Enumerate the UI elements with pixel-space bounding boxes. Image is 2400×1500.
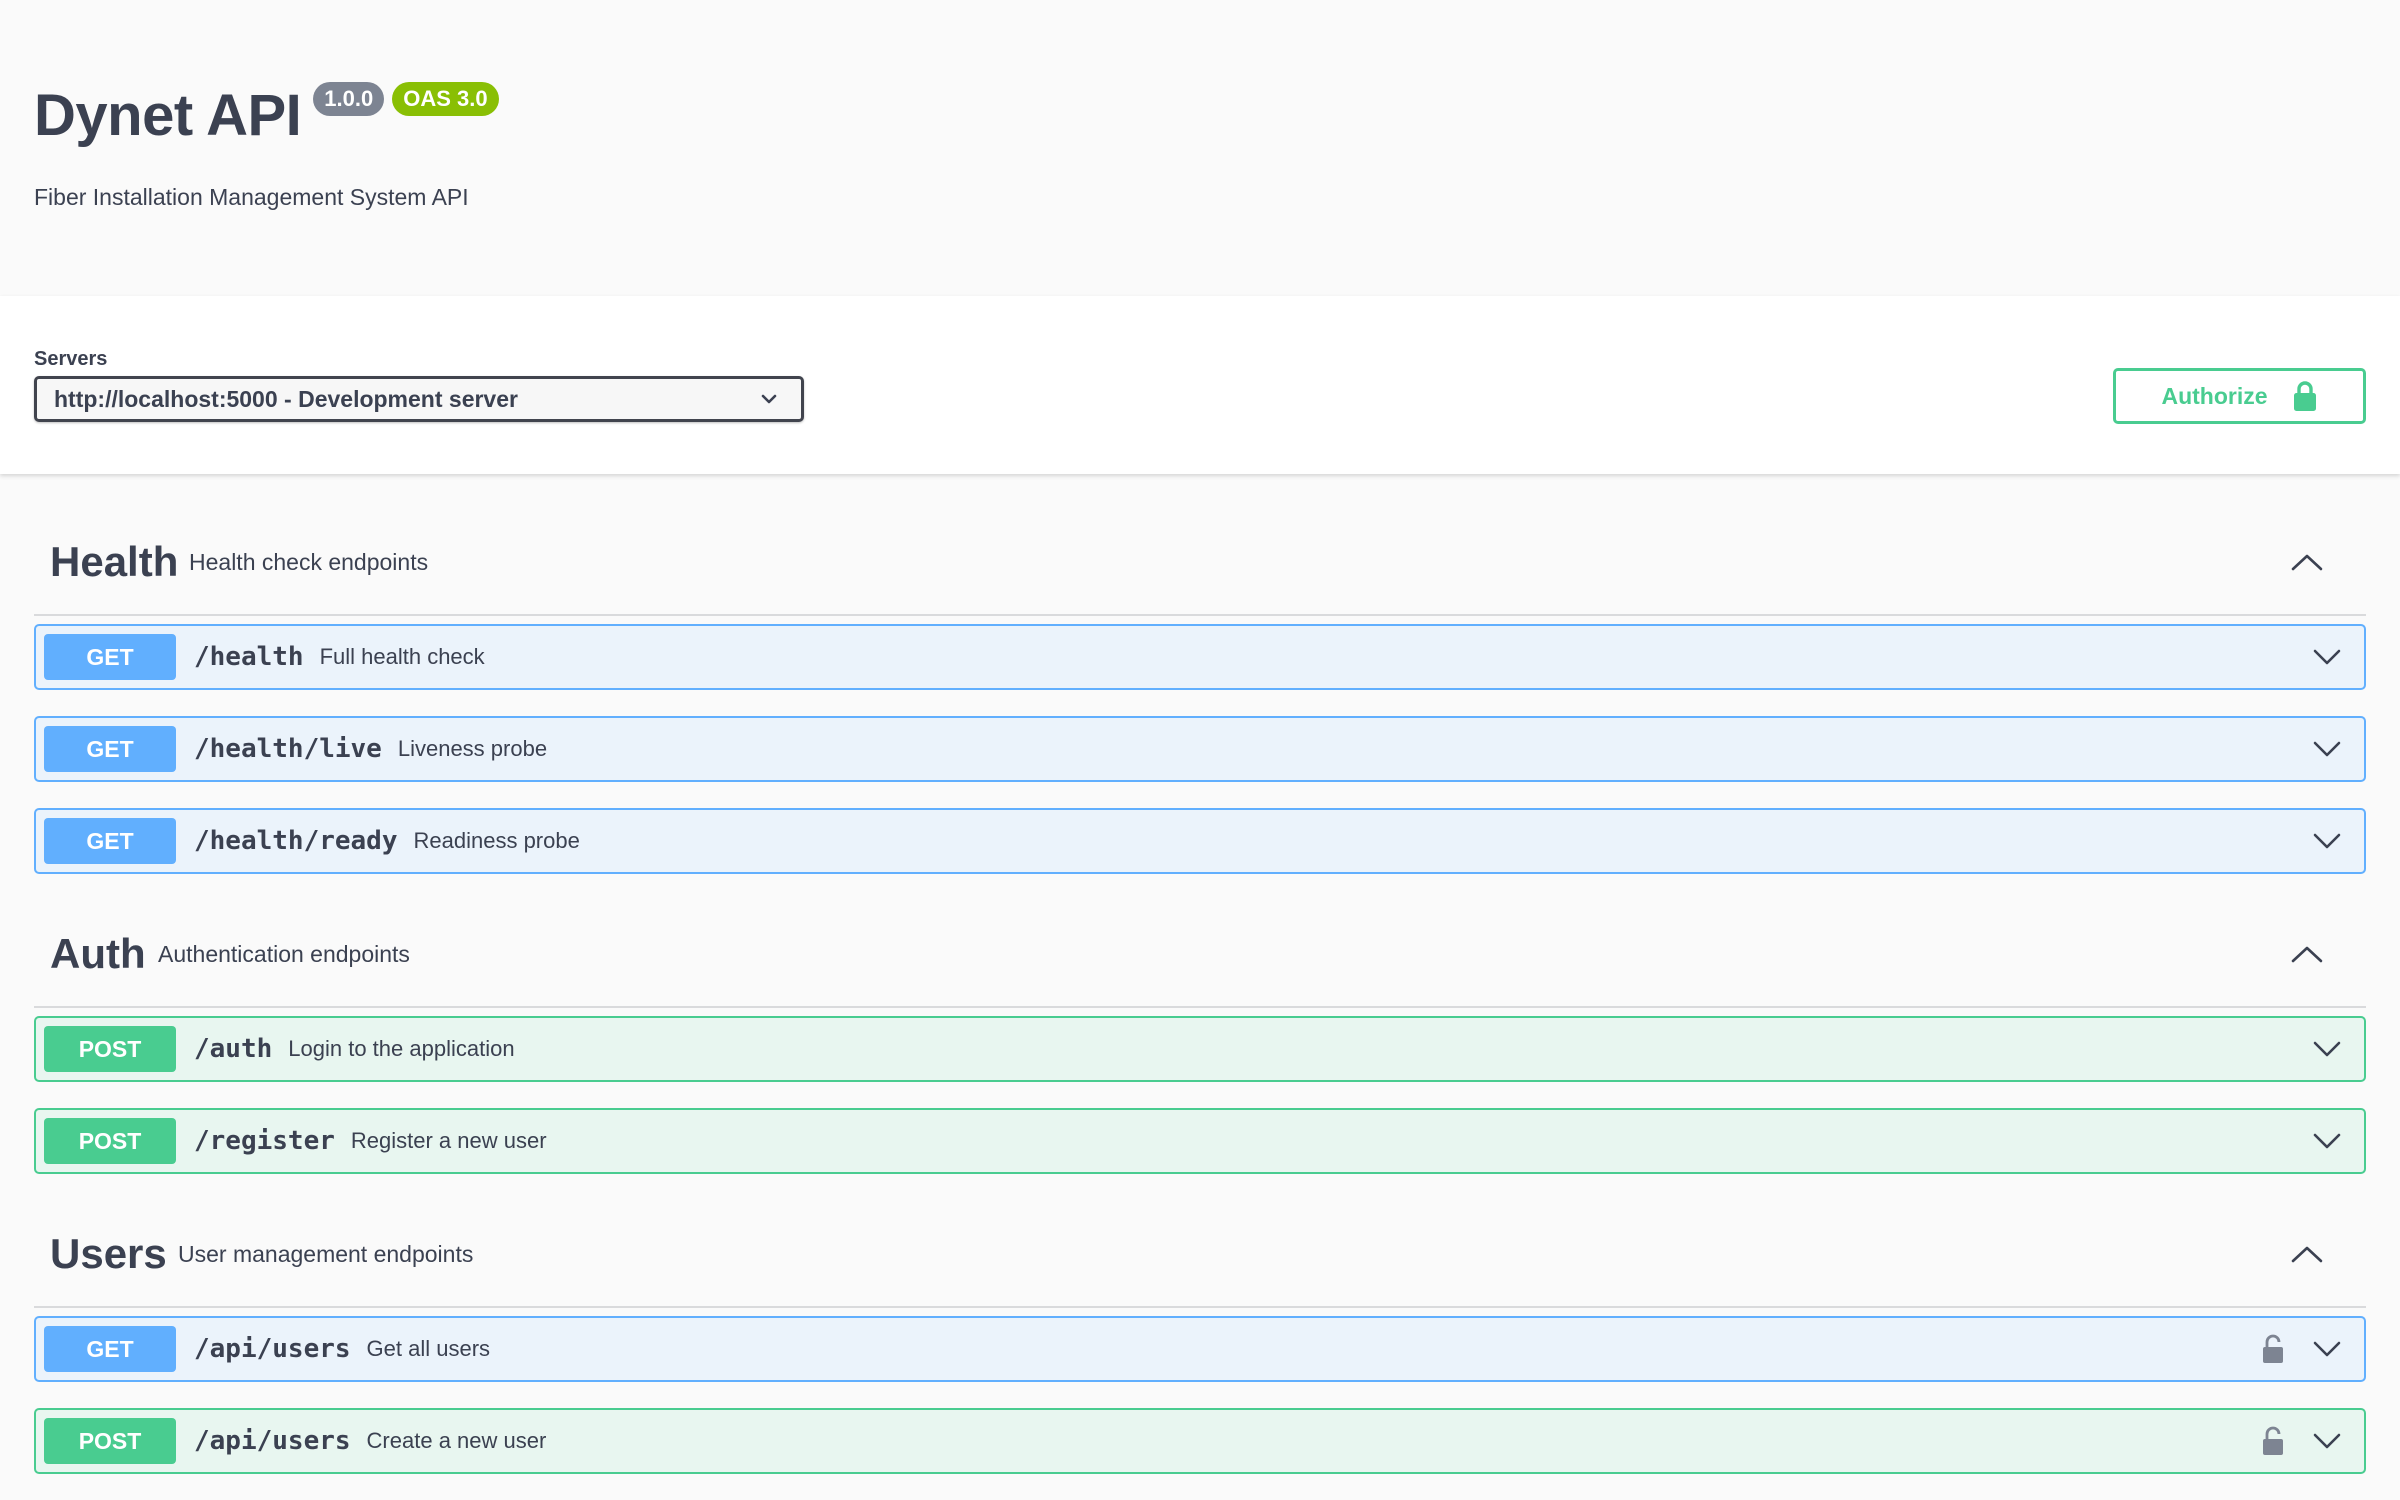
unlock-icon[interactable]	[2262, 1426, 2284, 1456]
tag-users[interactable]: Users User management endpoints	[34, 1228, 2366, 1308]
endpoint-summary: Login to the application	[288, 1036, 515, 1061]
endpoint-summary: Create a new user	[366, 1428, 547, 1453]
unlock-icon[interactable]	[2262, 1334, 2284, 1364]
version-badge: 1.0.0	[313, 82, 385, 116]
opblock-get-api-users[interactable]: GET /api/users Get all users	[34, 1316, 2366, 1382]
api-info: Dynet API 1.0.0 OAS 3.0 Fiber Installati…	[0, 0, 2400, 296]
method-badge: POST	[44, 1026, 176, 1072]
authorize-button[interactable]: Authorize	[2113, 368, 2366, 424]
chevron-up-icon[interactable]	[2290, 944, 2324, 964]
opblock-get-health-live[interactable]: GET /health/live Liveness probe	[34, 716, 2366, 782]
chevron-down-icon[interactable]	[2312, 740, 2342, 758]
method-badge: GET	[44, 726, 176, 772]
opblock-get-health-ready[interactable]: GET /health/ready Readiness probe	[34, 808, 2366, 874]
authorize-label: Authorize	[2161, 382, 2268, 409]
endpoint-summary: Register a new user	[350, 1128, 547, 1153]
api-description: Fiber Installation Management System API	[34, 184, 469, 210]
tag-name: Auth	[50, 930, 146, 977]
chevron-down-icon	[761, 394, 777, 404]
endpoint-summary: Get all users	[366, 1336, 491, 1361]
server-select-value: http://localhost:5000 - Development serv…	[54, 385, 518, 412]
chevron-down-icon[interactable]	[2312, 1040, 2342, 1058]
endpoint-path: /health/live	[194, 734, 382, 764]
endpoint-path: /health	[194, 642, 304, 672]
endpoint-path: /register	[194, 1126, 335, 1156]
endpoint-path: /auth	[194, 1034, 273, 1064]
method-badge: GET	[44, 818, 176, 864]
endpoint-path: /health/ready	[194, 826, 398, 856]
endpoint-path: /api/users	[194, 1426, 351, 1456]
scheme-container: Servers http://localhost:5000 - Developm…	[0, 296, 2400, 474]
opblock-get-health[interactable]: GET /health Full health check	[34, 624, 2366, 690]
tag-name: Health	[50, 538, 179, 585]
title-row: Dynet API 1.0.0 OAS 3.0	[34, 78, 499, 154]
chevron-down-icon[interactable]	[2312, 832, 2342, 850]
tag-description: Health check endpoints	[189, 549, 429, 575]
oas-badge: OAS 3.0	[392, 82, 499, 116]
endpoint-summary: Liveness probe	[397, 736, 548, 761]
chevron-up-icon[interactable]	[2290, 552, 2324, 572]
chevron-down-icon[interactable]	[2312, 1340, 2342, 1358]
servers-label: Servers	[34, 348, 108, 370]
endpoint-summary: Readiness probe	[413, 828, 580, 853]
opblock-post-register[interactable]: POST /register Register a new user	[34, 1108, 2366, 1174]
opblock-post-auth[interactable]: POST /auth Login to the application	[34, 1016, 2366, 1082]
tag-description: User management endpoints	[178, 1241, 474, 1267]
chevron-down-icon[interactable]	[2312, 648, 2342, 666]
tag-health[interactable]: Health Health check endpoints	[34, 536, 2366, 616]
tag-description: Authentication endpoints	[158, 941, 410, 967]
server-select[interactable]: http://localhost:5000 - Development serv…	[34, 376, 804, 422]
endpoint-path: /api/users	[194, 1334, 351, 1364]
chevron-down-icon[interactable]	[2312, 1432, 2342, 1450]
method-badge: GET	[44, 634, 176, 680]
opblock-post-api-users[interactable]: POST /api/users Create a new user	[34, 1408, 2366, 1474]
api-title: Dynet API	[34, 83, 302, 148]
tag-name: Users	[50, 1230, 167, 1277]
method-badge: POST	[44, 1118, 176, 1164]
chevron-down-icon[interactable]	[2312, 1132, 2342, 1150]
tag-auth[interactable]: Auth Authentication endpoints	[34, 928, 2366, 1008]
lock-icon	[2293, 381, 2316, 411]
method-badge: GET	[44, 1326, 176, 1372]
chevron-up-icon[interactable]	[2290, 1244, 2324, 1264]
method-badge: POST	[44, 1418, 176, 1464]
endpoint-summary: Full health check	[319, 644, 485, 669]
